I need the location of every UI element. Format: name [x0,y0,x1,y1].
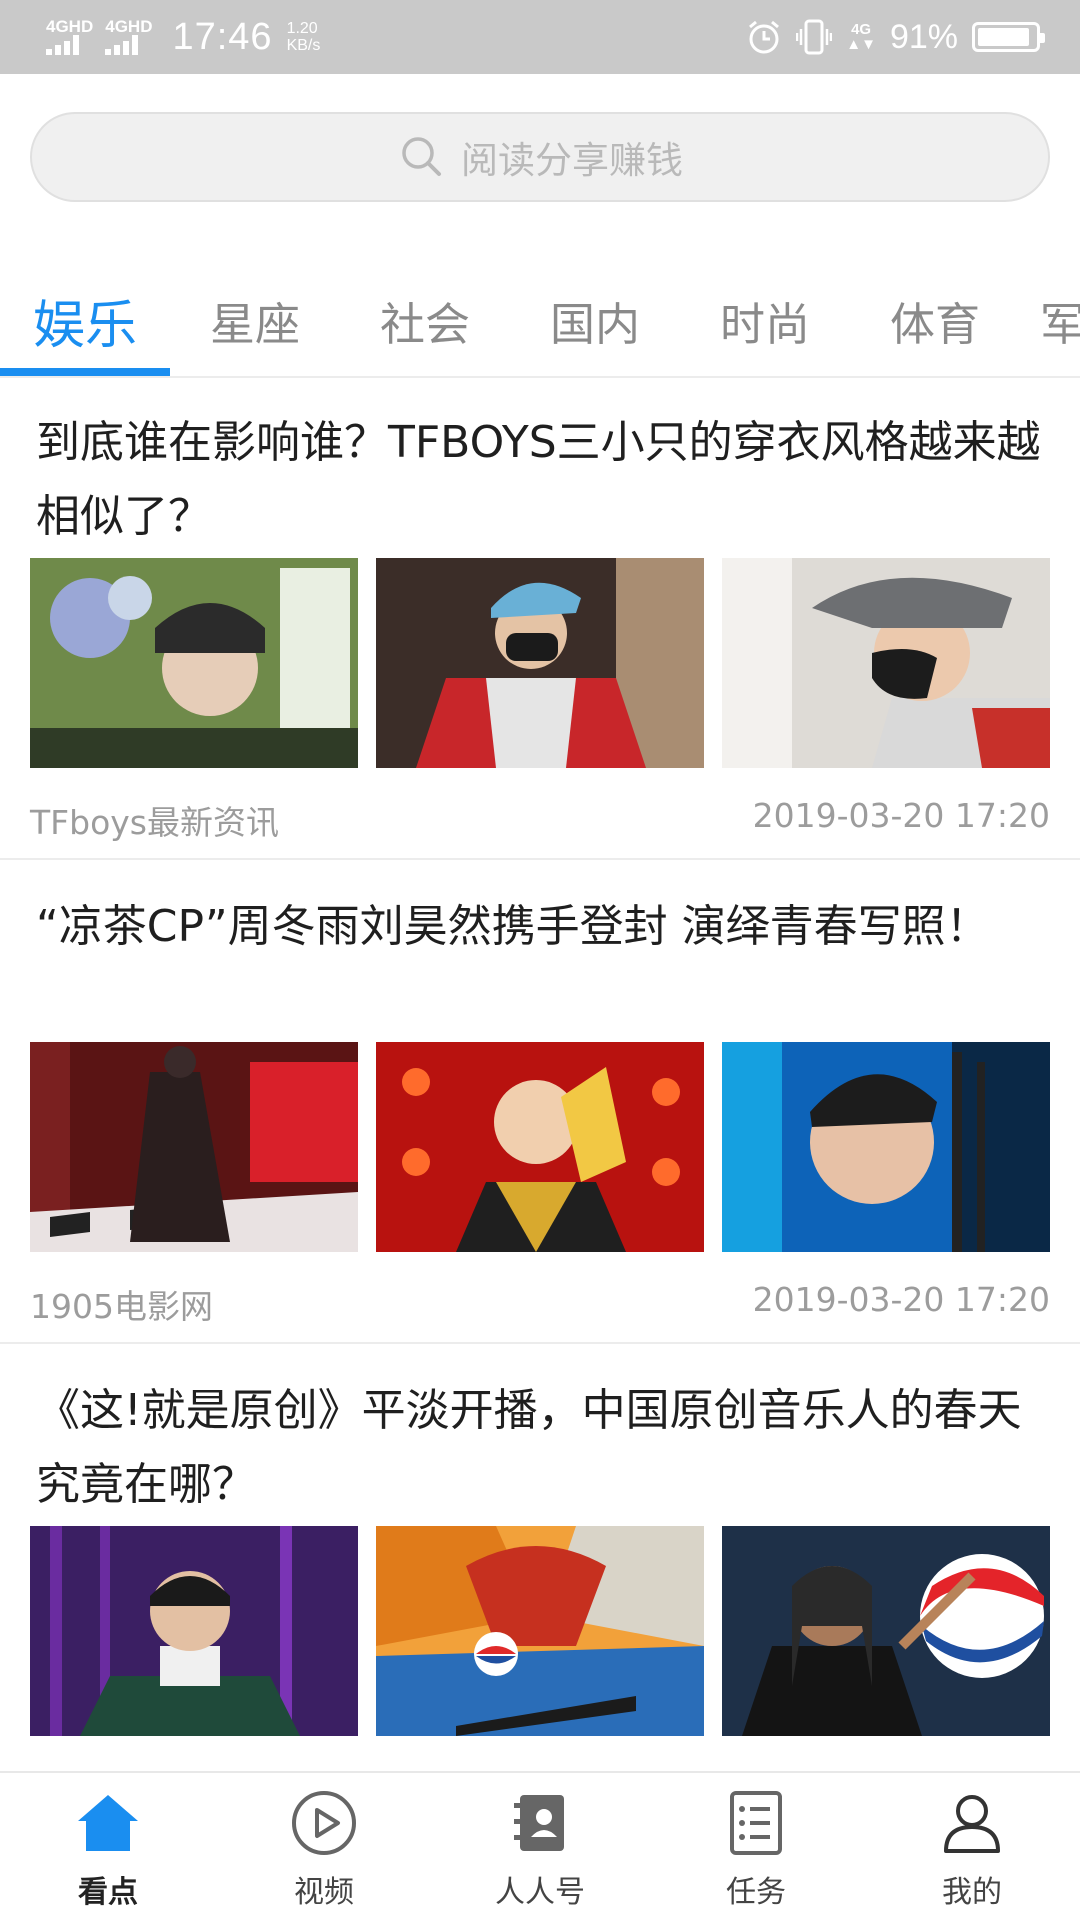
news-item[interactable]: 到底谁在影响谁？TFBOYS三小只的穿衣风格越来越相似了？ TFboys最新资讯… [0,378,1080,860]
news-thumbnails [30,558,1050,768]
news-meta: TFboys最新资讯 2019-03-20 17:20 [30,796,1050,844]
contacts-book-icon [514,1795,564,1851]
network-speed-unit: KB/s [286,37,321,54]
alarm-icon [749,20,780,54]
battery-level-fill [978,28,1029,46]
nav-item-video[interactable]: 视频 [216,1773,432,1920]
nav-label: 人人号 [495,1875,585,1910]
category-tabs: 娱乐 星座 社会 国内 时尚 体育 军 [0,262,1080,378]
news-thumbnail[interactable] [30,1042,358,1252]
task-list-icon [730,1791,782,1855]
tab-military[interactable]: 军 [1040,262,1080,376]
news-thumbnails [30,1042,1050,1252]
video-play-icon [292,1791,356,1855]
search-input[interactable]: 阅读分享赚钱 [30,112,1050,202]
nav-item-home[interactable]: 看点 [0,1773,216,1920]
tab-entertainment[interactable]: 娱乐 [0,262,170,376]
news-thumbnail[interactable] [722,1042,1050,1252]
active-tab-indicator [0,368,170,376]
news-item[interactable]: 《这!就是原创》平淡开播，中国原创音乐人的春天究竟在哪？ [0,1346,1080,1771]
news-title[interactable]: 《这!就是原创》平淡开播，中国原创音乐人的春天究竟在哪？ [36,1374,1046,1522]
status-bar: 4GHD 4GHD 17:46 1.20 KB/s 4G ▲▼ 91% [0,0,1080,74]
tab-society[interactable]: 社会 [340,262,510,376]
news-time: 2019-03-20 17:20 [752,1280,1050,1319]
nav-item-renrenhao[interactable]: 人人号 [432,1773,648,1920]
nav-item-tasks[interactable]: 任务 [648,1773,864,1920]
signal-indicator-2: 4GHD [105,17,153,55]
network-type-label: 4G [851,21,872,38]
news-thumbnail[interactable] [30,558,358,768]
search-bar[interactable]: 阅读分享赚钱 [30,112,1050,202]
profile-icon [944,1795,1000,1853]
news-thumbnail[interactable] [722,1526,1050,1736]
news-source[interactable]: 1905电影网 [30,1280,213,1328]
signal-indicator-1: 4GHD [46,17,94,55]
search-icon [402,137,441,176]
nav-label: 我的 [942,1875,1002,1910]
news-feed[interactable]: 到底谁在影响谁？TFBOYS三小只的穿衣风格越来越相似了？ TFboys最新资讯… [0,378,1080,1771]
news-title[interactable]: 到底谁在影响谁？TFBOYS三小只的穿衣风格越来越相似了？ [36,406,1046,554]
signal-bars-icon [105,35,139,55]
data-arrows-icon: ▲▼ [846,36,876,53]
news-thumbnails [30,1526,1050,1736]
network-speed-value: 1.20 [286,20,318,37]
news-meta: 1905电影网 2019-03-20 17:20 [30,1280,1050,1328]
nav-label: 视频 [294,1875,354,1910]
vibrate-icon [796,19,833,55]
news-thumbnail[interactable] [376,1042,704,1252]
tab-sports[interactable]: 体育 [850,262,1020,376]
news-item[interactable]: “凉茶CP”周冬雨刘昊然携手登封 演绎青春写照！ 1905电影网 2019-03… [0,862,1080,1344]
news-thumbnail[interactable] [30,1526,358,1736]
news-title[interactable]: “凉茶CP”周冬雨刘昊然携手登封 演绎青春写照！ [36,890,1046,964]
search-placeholder: 阅读分享赚钱 [461,139,683,182]
network-speed: 1.20 KB/s [287,20,321,54]
news-source[interactable]: TFboys最新资讯 [30,796,279,844]
home-icon [78,1795,138,1851]
tab-horoscope[interactable]: 星座 [170,262,340,376]
news-thumbnail[interactable] [376,558,704,768]
battery-percent: 91% [889,17,958,56]
nav-label: 看点 [78,1875,138,1910]
news-thumbnail[interactable] [376,1526,704,1736]
bottom-navigation: 看点 视频 人人号 任务 我的 [0,1771,1080,1920]
status-time: 17:46 [172,15,273,58]
nav-item-profile[interactable]: 我的 [864,1773,1080,1920]
tab-fashion[interactable]: 时尚 [680,262,850,376]
news-time: 2019-03-20 17:20 [752,796,1050,835]
news-thumbnail[interactable] [722,558,1050,768]
signal-label: 4GHD [46,17,94,36]
signal-label: 4GHD [105,17,153,36]
signal-bars-icon [46,35,79,55]
network-type-indicator: 4G ▲▼ [846,22,876,52]
battery-icon [972,22,1045,52]
tab-domestic[interactable]: 国内 [510,262,680,376]
nav-label: 任务 [726,1875,786,1910]
